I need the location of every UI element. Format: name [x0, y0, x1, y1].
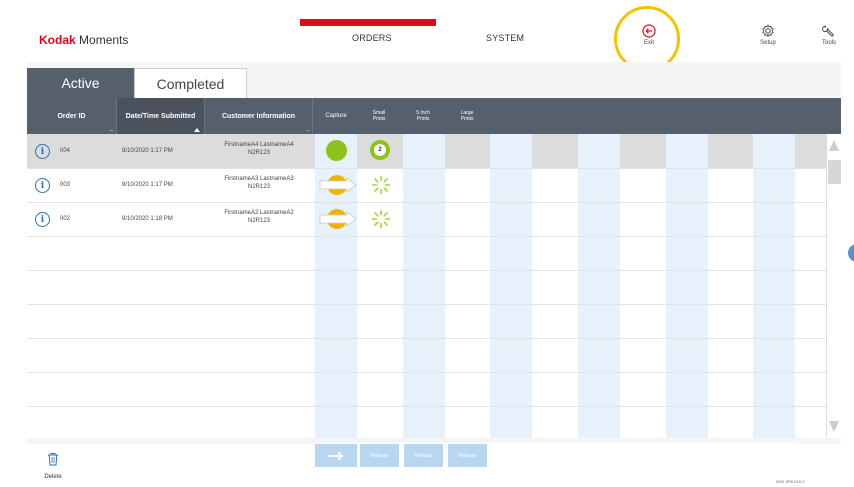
setup-button[interactable]: Setup	[755, 24, 781, 46]
order-id: 004	[60, 148, 71, 154]
small-prints-status: 2	[370, 140, 390, 160]
col-date-submitted[interactable]: Date/Time Submitted	[117, 98, 205, 134]
exit-button[interactable]: Exit	[634, 24, 664, 46]
processing-spinner-icon	[371, 175, 391, 195]
capture-transfer-icon	[319, 175, 357, 195]
app-logo: Kodak Moments	[39, 33, 129, 47]
vertical-scrollbar[interactable]	[826, 134, 841, 438]
row-divider	[27, 372, 826, 373]
col-5inch-prints: 5 Inch Prints	[416, 110, 430, 122]
release-small-prints-button[interactable]: Release	[360, 444, 399, 467]
exit-label: Exit	[643, 40, 654, 46]
exit-arrow-icon	[642, 24, 656, 38]
table-row[interactable]: i 003 8/10/2020 1:17 PM FirstnameA3 Last…	[27, 168, 826, 202]
sort-indicator	[110, 130, 113, 131]
side-drawer-handle[interactable]	[848, 244, 854, 262]
nav-orders[interactable]: ORDERS	[352, 33, 392, 43]
kiosk-app: Kodak Moments ORDERS SYSTEM Exit Setup T…	[0, 0, 854, 487]
row-divider	[27, 236, 826, 237]
customer-info: FirstnameA4 LastnameA4 N2R123	[224, 142, 294, 156]
gear-icon	[762, 24, 774, 38]
info-icon[interactable]: i	[35, 212, 50, 227]
delete-label: Delete	[44, 474, 62, 480]
order-date: 8/10/2020 1:17 PM	[122, 148, 173, 154]
info-icon[interactable]: i	[35, 144, 50, 159]
processing-spinner-icon	[371, 209, 391, 229]
capture-transfer-icon	[319, 209, 357, 229]
capture-complete-status	[326, 140, 347, 161]
nav-system[interactable]: SYSTEM	[486, 33, 524, 43]
order-date: 8/10/2020 1:18 PM	[122, 216, 173, 222]
setup-label: Setup	[760, 40, 776, 46]
customer-info: FirstnameA3 LastnameA3 N2R123	[224, 176, 294, 190]
row-divider	[27, 406, 826, 407]
sort-ascending-icon	[194, 128, 200, 132]
scroll-up-icon[interactable]	[829, 140, 839, 151]
top-header: Kodak Moments ORDERS SYSTEM Exit Setup T…	[0, 0, 854, 72]
order-id: 002	[60, 216, 71, 222]
table-row[interactable]: i 002 8/10/2020 1:18 PM FirstnameA2 Last…	[27, 202, 826, 236]
tab-active[interactable]: Active	[27, 68, 134, 98]
sort-indicator	[306, 130, 309, 131]
active-nav-indicator	[300, 19, 436, 26]
col-large-prints: Large Prints	[460, 110, 474, 122]
col-capture: Capture	[325, 113, 347, 119]
col-small-prints: Small Prints	[372, 110, 386, 122]
tools-button[interactable]: Tools	[815, 24, 843, 46]
scroll-down-icon[interactable]	[829, 421, 839, 432]
order-date: 8/10/2020 1:17 PM	[122, 182, 173, 188]
wrench-icon	[822, 25, 834, 37]
order-id: 003	[60, 182, 71, 188]
row-divider	[27, 270, 826, 271]
row-divider	[27, 304, 826, 305]
row-divider	[27, 338, 826, 339]
table-row[interactable]: i 004 8/10/2020 1:17 PM FirstnameA4 Last…	[27, 134, 826, 168]
release-5inch-prints-button[interactable]: Release	[404, 444, 443, 467]
customer-info: FirstnameA2 LastnameA2 N2R123	[224, 210, 294, 224]
col-order-id[interactable]: Order ID	[27, 98, 117, 134]
version-label: W10 SP8 V10.2	[776, 479, 805, 484]
trash-icon	[48, 453, 58, 466]
advance-button[interactable]	[315, 444, 357, 467]
scroll-thumb[interactable]	[828, 160, 841, 184]
orders-grid: i 004 8/10/2020 1:17 PM FirstnameA4 Last…	[27, 134, 826, 438]
tools-label: Tools	[821, 40, 836, 46]
orders-table-header: Order ID Date/Time Submitted Customer In…	[27, 98, 841, 134]
info-icon[interactable]: i	[35, 178, 50, 193]
right-arrow-icon	[328, 451, 344, 460]
release-large-prints-button[interactable]: Release	[448, 444, 487, 467]
delete-button[interactable]: Delete	[36, 452, 70, 480]
col-customer-info[interactable]: Customer Information	[205, 98, 313, 134]
tab-completed[interactable]: Completed	[134, 68, 247, 98]
